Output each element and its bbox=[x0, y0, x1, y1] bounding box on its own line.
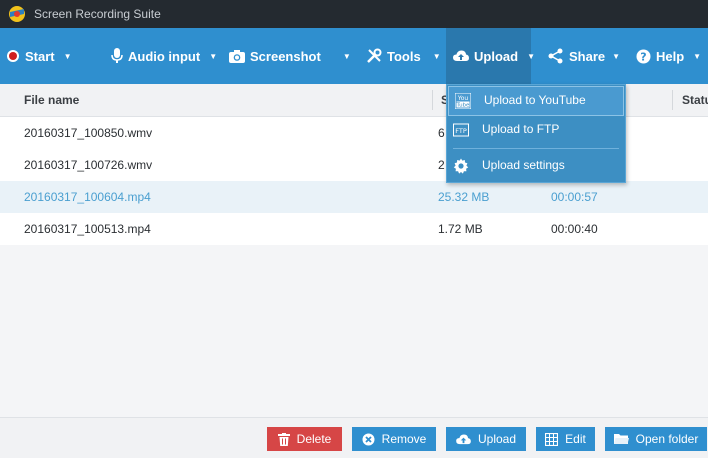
table-row[interactable]: 20160317_100513.mp4 1.72 MB 00:00:40 bbox=[0, 213, 708, 246]
upload-label: Upload bbox=[474, 48, 519, 64]
upload-action-label: Upload bbox=[477, 432, 517, 446]
ftp-icon: FTP bbox=[453, 123, 469, 137]
upload-to-youtube-item[interactable]: You Tube Upload to YouTube bbox=[448, 86, 624, 116]
chevron-down-icon: ▼ bbox=[432, 51, 441, 61]
audio-input-label: Audio input bbox=[128, 48, 201, 64]
file-size-cell: 1.72 MB bbox=[438, 222, 483, 236]
column-header-status[interactable]: Statu bbox=[682, 93, 708, 107]
upload-dropdown-menu: You Tube Upload to YouTube FTP Upload to… bbox=[446, 84, 626, 183]
file-name-cell: 20160317_100850.wmv bbox=[24, 126, 153, 140]
screenshot-label: Screenshot bbox=[250, 48, 321, 64]
file-list-empty-area[interactable] bbox=[0, 245, 708, 417]
cloud-upload-icon bbox=[453, 50, 469, 62]
file-name-cell: 20160317_100604.mp4 bbox=[24, 190, 151, 204]
upload-to-ftp-item[interactable]: FTP Upload to FTP bbox=[447, 116, 625, 144]
duration-cell: 00:00:57 bbox=[551, 190, 598, 204]
column-divider[interactable] bbox=[672, 90, 673, 110]
chevron-down-icon: ▼ bbox=[63, 51, 72, 61]
cloud-upload-icon bbox=[456, 433, 471, 445]
menu-divider bbox=[453, 148, 619, 149]
bottom-action-bar: Delete Remove Upload Edit Open folder bbox=[0, 417, 708, 458]
help-icon: ? bbox=[636, 49, 651, 64]
upload-button[interactable]: Upload bbox=[446, 427, 526, 451]
file-name-cell: 20160317_100726.wmv bbox=[24, 158, 153, 172]
file-name-cell: 20160317_100513.mp4 bbox=[24, 222, 151, 236]
screenshot-button[interactable]: Screenshot ▼ bbox=[229, 28, 351, 84]
open-folder-label: Open folder bbox=[635, 432, 699, 446]
file-size-cell: 2 bbox=[438, 158, 445, 172]
remove-label: Remove bbox=[381, 432, 427, 446]
youtube-icon-text-top: You bbox=[457, 95, 469, 102]
chevron-down-icon: ▼ bbox=[342, 51, 351, 61]
window-title: Screen Recording Suite bbox=[34, 7, 161, 21]
record-icon bbox=[6, 49, 20, 63]
open-folder-button[interactable]: Open folder bbox=[605, 427, 707, 451]
upload-menu-button[interactable]: Upload ▼ bbox=[446, 28, 535, 84]
chevron-down-icon: ▼ bbox=[209, 51, 218, 61]
tools-icon bbox=[366, 48, 382, 64]
ftp-icon-text: FTP bbox=[455, 127, 467, 135]
help-button[interactable]: ? Help ▼ bbox=[636, 28, 701, 84]
file-size-cell: 25.32 MB bbox=[438, 190, 490, 204]
column-divider[interactable] bbox=[432, 90, 433, 110]
remove-button[interactable]: Remove bbox=[352, 427, 436, 451]
duration-cell: 00:00:40 bbox=[551, 222, 598, 236]
upload-settings-label: Upload settings bbox=[482, 158, 565, 172]
tools-button[interactable]: Tools ▼ bbox=[366, 28, 441, 84]
youtube-icon-text-bottom: Tube bbox=[456, 103, 471, 109]
file-size-cell: 6 bbox=[438, 126, 445, 140]
trash-icon bbox=[277, 432, 290, 446]
main-toolbar: Start ▼ Audio input ▼ Screenshot ▼ Tools… bbox=[0, 28, 708, 84]
gear-icon bbox=[453, 158, 469, 174]
table-row-selected[interactable]: 20160317_100604.mp4 25.32 MB 00:00:57 bbox=[0, 181, 708, 214]
edit-grid-icon bbox=[545, 432, 559, 446]
share-button[interactable]: Share ▼ bbox=[548, 28, 620, 84]
upload-to-ftp-label: Upload to FTP bbox=[482, 122, 560, 136]
start-label: Start bbox=[25, 48, 55, 64]
help-label: Help bbox=[656, 48, 685, 64]
share-icon bbox=[548, 48, 564, 64]
audio-input-button[interactable]: Audio input ▼ bbox=[111, 28, 217, 84]
edit-label: Edit bbox=[565, 432, 586, 446]
delete-label: Delete bbox=[296, 432, 332, 446]
youtube-icon: You Tube bbox=[455, 93, 471, 109]
folder-icon bbox=[613, 433, 629, 445]
upload-to-youtube-label: Upload to YouTube bbox=[484, 93, 586, 107]
title-bar: Screen Recording Suite bbox=[0, 0, 708, 28]
share-label: Share bbox=[569, 48, 606, 64]
upload-settings-item[interactable]: Upload settings bbox=[447, 152, 625, 180]
tools-label: Tools bbox=[387, 48, 421, 64]
chevron-down-icon: ▼ bbox=[612, 51, 621, 61]
column-header-file-name[interactable]: File name bbox=[24, 93, 79, 107]
chevron-down-icon: ▼ bbox=[527, 51, 535, 61]
chevron-down-icon: ▼ bbox=[693, 51, 702, 61]
edit-button[interactable]: Edit bbox=[536, 427, 595, 451]
camera-icon bbox=[229, 49, 245, 63]
microphone-icon bbox=[111, 48, 123, 64]
start-button[interactable]: Start ▼ bbox=[6, 28, 72, 84]
delete-button[interactable]: Delete bbox=[267, 427, 342, 451]
remove-circle-icon bbox=[362, 433, 375, 446]
svg-text:?: ? bbox=[640, 50, 646, 63]
app-logo-icon bbox=[9, 6, 25, 22]
